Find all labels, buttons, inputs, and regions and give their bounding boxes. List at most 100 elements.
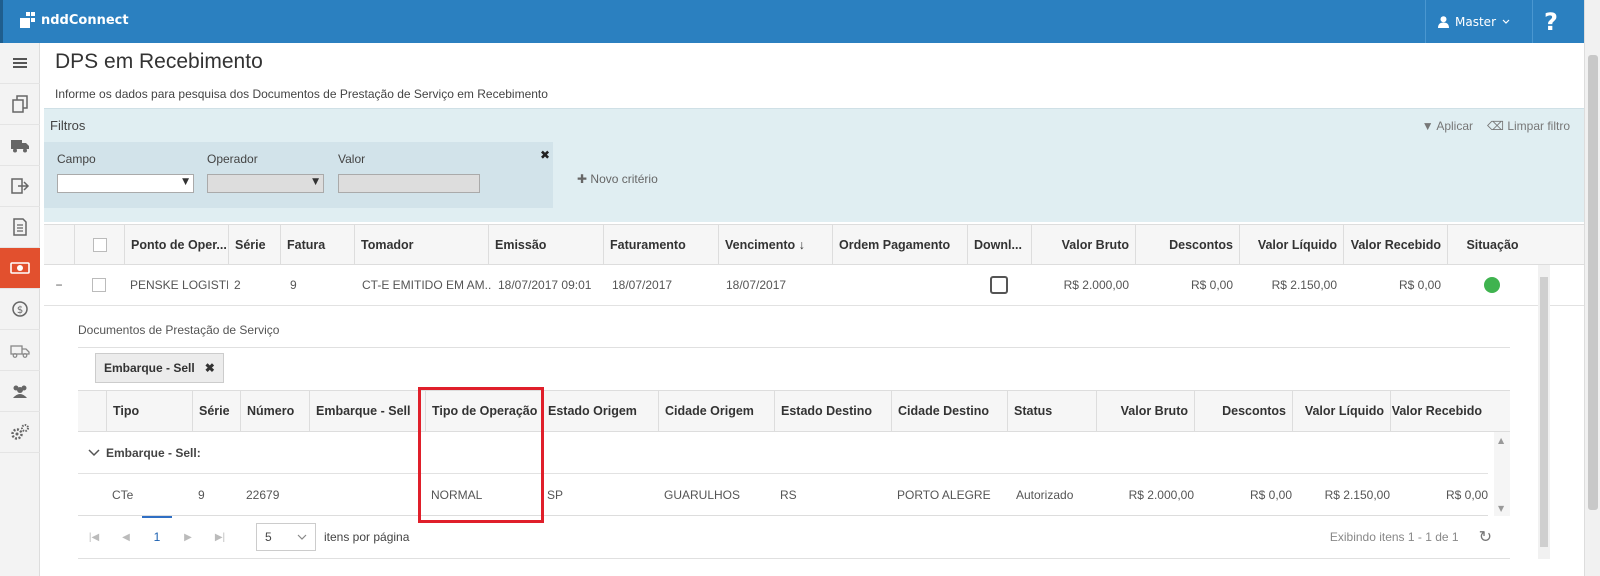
detail-scrollbar[interactable]: ▲ ▼ xyxy=(1494,432,1510,516)
download-checkbox[interactable] xyxy=(990,276,1008,294)
sidebar-item-fleet[interactable] xyxy=(0,330,40,371)
sub-col-valor-recebido[interactable]: Valor Recebido xyxy=(1390,391,1488,431)
col-valor-recebido[interactable]: Valor Recebido xyxy=(1343,225,1447,264)
group-column xyxy=(78,391,106,431)
users-icon xyxy=(13,385,27,398)
field-select[interactable]: ▼ xyxy=(57,174,194,193)
sub-cell-estado-origem: SP xyxy=(547,487,564,502)
sidebar-item-export[interactable] xyxy=(0,166,40,207)
col-serie[interactable]: Série xyxy=(228,225,280,264)
col-download[interactable]: Downl... xyxy=(967,225,1031,264)
pager: |◀ ◀ 1 ▶ ▶| 5 itens por página Exibindo … xyxy=(78,516,1510,558)
cell-ponto: PENSKE LOGISTI... xyxy=(130,278,228,292)
truck-icon xyxy=(11,140,29,153)
sub-col-cidade-origem[interactable]: Cidade Origem xyxy=(658,391,774,431)
col-ordem-pagamento[interactable]: Ordem Pagamento xyxy=(832,225,967,264)
row-checkbox[interactable] xyxy=(92,278,106,292)
col-situacao[interactable]: Situação xyxy=(1447,225,1537,264)
group-toggle[interactable]: Embarque - Sell: xyxy=(82,432,342,473)
cell-valor-recebido: R$ 0,00 xyxy=(1398,278,1441,292)
sidebar-item-financial[interactable] xyxy=(0,248,40,289)
filters-body: Campo Operador Valor ▼ ▼ ✖ ✚ Novo critér… xyxy=(44,142,1584,222)
col-vencimento[interactable]: Vencimento ↓ xyxy=(718,225,832,264)
filters-title: Filtros xyxy=(50,118,86,133)
col-valor-bruto[interactable]: Valor Bruto xyxy=(1031,225,1135,264)
sub-col-valor-liquido[interactable]: Valor Líquido xyxy=(1292,391,1390,431)
help-button[interactable]: ? xyxy=(1532,0,1569,43)
sub-col-estado-destino[interactable]: Estado Destino xyxy=(774,391,891,431)
prev-page-icon[interactable]: ◀ xyxy=(110,532,142,543)
sub-col-serie[interactable]: Série xyxy=(192,391,240,431)
page-scroll-thumb[interactable] xyxy=(1588,55,1598,510)
grid-scroll-thumb[interactable] xyxy=(1540,277,1548,547)
operator-select[interactable]: ▼ xyxy=(207,174,324,193)
last-page-icon[interactable]: ▶| xyxy=(204,532,236,543)
sidebar-item-documents[interactable] xyxy=(0,84,40,125)
col-fatura[interactable]: Fatura xyxy=(280,225,354,264)
eraser-icon: ⌫ xyxy=(1487,118,1504,133)
sidebar-item-settings[interactable] xyxy=(0,412,40,453)
sub-cell-numero: 22679 xyxy=(246,487,280,502)
filters-actions: ▼ Aplicar ⌫ Limpar filtro xyxy=(1422,119,1570,133)
table-row[interactable]: CTe 9 22679 NORMAL SP GUARULHOS RS PORTO… xyxy=(78,474,1488,516)
sub-cell-estado-destino: RS xyxy=(780,487,797,502)
cell-serie: 2 xyxy=(234,278,241,292)
page-number[interactable]: 1 xyxy=(142,516,172,544)
col-emissao[interactable]: Emissão xyxy=(488,225,603,264)
first-page-icon[interactable]: |◀ xyxy=(78,532,110,543)
col-ponto[interactable]: Ponto de Oper... xyxy=(124,225,228,264)
new-criteria-button[interactable]: ✚ Novo critério xyxy=(577,172,658,186)
cell-situacao xyxy=(1447,265,1537,305)
remove-group-icon[interactable]: ✖ xyxy=(205,361,215,375)
cell-valor-bruto: R$ 2.000,00 xyxy=(1063,278,1129,292)
sub-col-numero[interactable]: Número xyxy=(240,391,309,431)
scroll-up-icon[interactable]: ▲ xyxy=(1498,436,1504,445)
grid-scrollbar[interactable] xyxy=(1538,265,1550,559)
status-badge xyxy=(1484,277,1500,293)
sub-col-status[interactable]: Status xyxy=(1007,391,1096,431)
refresh-icon[interactable]: ↻ xyxy=(1479,527,1492,547)
table-row[interactable]: − PENSKE LOGISTI... 2 9 CT-E EMITIDO EM … xyxy=(44,265,1584,306)
chevron-down-icon xyxy=(1502,19,1510,24)
sidebar: $ xyxy=(0,43,40,576)
sub-col-tipo[interactable]: Tipo xyxy=(106,391,192,431)
sub-col-estado-origem[interactable]: Estado Origem xyxy=(541,391,658,431)
app-logo[interactable]: nddConnect xyxy=(20,12,129,28)
sub-col-embarque[interactable]: Embarque - Sell xyxy=(309,391,425,431)
next-page-icon[interactable]: ▶ xyxy=(172,532,204,543)
export-icon xyxy=(11,178,30,194)
sub-col-descontos[interactable]: Descontos xyxy=(1194,391,1292,431)
apply-filter-button[interactable]: ▼ Aplicar xyxy=(1422,119,1473,133)
col-faturamento[interactable]: Faturamento xyxy=(603,225,718,264)
sub-cell-tipo: CTe xyxy=(112,487,134,502)
sidebar-item-menu[interactable] xyxy=(0,43,40,84)
sub-cell-cidade-destino: PORTO ALEGRE xyxy=(897,487,991,502)
sidebar-item-transport[interactable] xyxy=(0,125,40,166)
sidebar-item-users[interactable] xyxy=(0,371,40,412)
remove-criteria-icon[interactable]: ✖ xyxy=(540,148,550,162)
documents-icon xyxy=(12,95,28,113)
page-size-select[interactable]: 5 xyxy=(256,523,316,551)
collapse-row-button[interactable]: − xyxy=(44,265,74,305)
sidebar-item-receivables[interactable]: $ xyxy=(0,289,40,330)
value-input[interactable] xyxy=(338,174,480,193)
group-chip[interactable]: Embarque - Sell ✖ xyxy=(95,353,224,383)
sub-col-cidade-destino[interactable]: Cidade Destino xyxy=(891,391,1007,431)
apply-label: Aplicar xyxy=(1436,118,1473,133)
col-descontos[interactable]: Descontos xyxy=(1135,225,1239,264)
clear-filter-button[interactable]: ⌫ Limpar filtro xyxy=(1487,119,1570,133)
per-page-label: itens por página xyxy=(324,530,410,544)
page-subtitle: Informe os dados para pesquisa dos Docum… xyxy=(55,87,548,101)
divider xyxy=(78,347,1510,348)
col-tomador[interactable]: Tomador xyxy=(354,225,488,264)
group-row[interactable]: Embarque - Sell: xyxy=(78,432,1488,474)
scroll-down-icon[interactable]: ▼ xyxy=(1498,504,1504,513)
expand-column xyxy=(44,225,74,264)
col-valor-liquido[interactable]: Valor Líquido xyxy=(1239,225,1343,264)
page-scrollbar[interactable] xyxy=(1584,0,1600,576)
user-menu[interactable]: Master xyxy=(1425,0,1522,43)
sidebar-item-reports[interactable] xyxy=(0,207,40,248)
chevron-down-icon xyxy=(297,534,307,540)
select-all-checkbox[interactable] xyxy=(92,237,107,252)
sub-col-valor-bruto[interactable]: Valor Bruto xyxy=(1096,391,1194,431)
